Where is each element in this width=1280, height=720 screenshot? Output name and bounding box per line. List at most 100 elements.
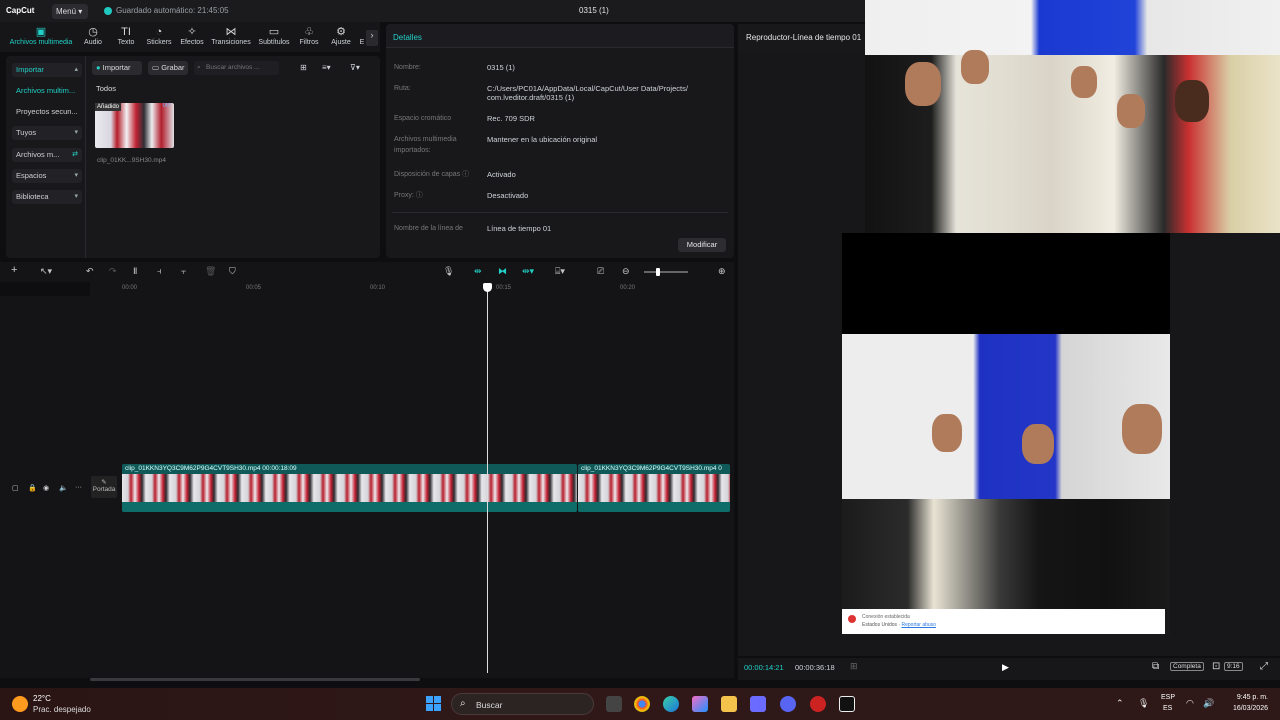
playhead-handle[interactable] xyxy=(483,283,492,292)
chrome-icon[interactable] xyxy=(634,696,650,712)
tool-label: Texto xyxy=(117,39,135,46)
toolbar-scroll-right[interactable]: › xyxy=(366,30,378,46)
sidebar-item-subprojects[interactable]: Proyectos secun... xyxy=(12,105,82,119)
timeline-scrollbar[interactable] xyxy=(90,678,420,681)
file-explorer-icon[interactable] xyxy=(721,696,737,712)
sidebar-item-label: Importar xyxy=(16,65,44,74)
clock-date[interactable]: 16/03/2026 xyxy=(1223,705,1268,712)
tool-label: Archivos multimedia xyxy=(9,39,73,46)
playhead-line[interactable] xyxy=(487,283,488,673)
preview-axis-icon[interactable]: ⌸▾ xyxy=(555,266,565,277)
tool-effects[interactable]: ✧ Efectos xyxy=(176,26,208,46)
discord-icon[interactable] xyxy=(780,696,796,712)
tool-text[interactable]: TI Texto xyxy=(112,26,140,46)
sidebar-item-tuyos[interactable]: Tuyos ▾ xyxy=(12,126,82,140)
copilot-icon[interactable] xyxy=(692,696,708,712)
search-placeholder: Buscar archivos ... xyxy=(206,64,260,71)
select-tool-icon[interactable]: ↖▾ xyxy=(40,266,52,277)
tool-audio[interactable]: ◷ Audio xyxy=(78,26,108,46)
media-search-input[interactable]: ⌕ Buscar archivos ... xyxy=(194,61,279,75)
taskbar-search[interactable]: ⌕ Buscar xyxy=(451,693,594,715)
marker-icon[interactable]: ⛉ xyxy=(229,266,236,277)
split-icon[interactable]: Ⅱ xyxy=(133,266,137,277)
microphone-icon[interactable]: 🎙 xyxy=(1138,698,1149,709)
timeline-area[interactable]: ▢ 🔒 ◉ 🔈 ··· ✎ Portada clip_01KKN3YQ3C9M62… xyxy=(0,296,734,678)
view-grid-icon[interactable]: ⊞ xyxy=(300,63,307,72)
capcut-icon[interactable] xyxy=(839,696,855,712)
microphone-icon[interactable]: 🎙 xyxy=(443,266,454,277)
zoom-slider-handle[interactable] xyxy=(656,268,660,276)
aspect-ratio-button[interactable]: 9:16 xyxy=(1224,662,1243,671)
volume-icon[interactable]: 🔈 xyxy=(59,484,68,492)
fit-icon[interactable]: ⎚ xyxy=(597,266,604,277)
eye-icon[interactable]: ◉ xyxy=(43,484,49,492)
timeline-ruler[interactable]: 00:00 00:05 00:10 00:15 00:20 xyxy=(90,282,734,296)
link-track-icon[interactable]: ⇹ xyxy=(474,266,482,277)
split-right-icon[interactable]: ⫟ xyxy=(181,266,186,277)
volume-icon[interactable]: 🔊 xyxy=(1203,698,1214,709)
start-button[interactable] xyxy=(426,696,441,711)
import-button[interactable]: ● Importar xyxy=(92,61,142,75)
quality-button[interactable]: Completa xyxy=(1170,662,1204,671)
record-button[interactable]: ▭ Grabar xyxy=(148,61,188,75)
detail-value-path: C:/Users/PC01A/AppData/Local/CapCut/User… xyxy=(487,84,688,102)
timeline-clip[interactable]: clip_01KKN3YQ3C9M62P9G4CVT9SH30.mp4 00:0… xyxy=(122,464,577,512)
chevron-up-icon[interactable]: ⌃ xyxy=(1116,698,1124,709)
weather-condition[interactable]: Prac. despejado xyxy=(33,705,91,714)
sidebar-item-media[interactable]: Archivos multim... xyxy=(12,84,82,98)
player-video-frame[interactable]: Conexión establecida Estados Unidos · Re… xyxy=(842,334,1170,634)
report-abuse-link[interactable]: Reportar abuso xyxy=(901,622,935,628)
zoom-in-icon[interactable]: ⊕ xyxy=(718,266,726,277)
sidebar-item-importar[interactable]: Importar ▴ xyxy=(12,63,82,77)
filter-icon[interactable]: ⊽▾ xyxy=(350,63,360,72)
media-thumbnail[interactable]: Añadido 00: xyxy=(95,103,174,148)
language-code[interactable]: ESP xyxy=(1161,694,1175,701)
play-button[interactable]: ▶ xyxy=(1002,662,1009,673)
wifi-icon[interactable]: ◠ xyxy=(1186,698,1194,709)
modify-button[interactable]: Modificar xyxy=(678,238,726,252)
tool-transitions[interactable]: ⋈ Transiciones xyxy=(208,26,254,46)
keyboard-layout[interactable]: ES xyxy=(1163,705,1172,712)
tool-subtitles[interactable]: ▭ Subtítulos xyxy=(255,26,293,46)
menu-button[interactable]: Menú ▾ xyxy=(52,4,88,19)
sidebar-item-files[interactable]: Archivos m... ⇄ xyxy=(12,148,82,162)
add-track-icon[interactable]: + xyxy=(11,264,17,276)
weather-temperature[interactable]: 22°C xyxy=(33,694,51,703)
fullscreen-icon[interactable]: ⤢ xyxy=(1260,661,1268,672)
delete-icon[interactable]: 🗑 xyxy=(205,266,216,277)
timeline-clip[interactable]: clip_01KKN3YQ3C9M62P9G4CVT9SH30.mp4 0 xyxy=(578,464,730,512)
crop-icon[interactable]: ⧉ xyxy=(1152,661,1159,672)
magnet-icon[interactable]: ⧓ xyxy=(498,266,507,277)
details-header: Detalles xyxy=(386,24,734,48)
sidebar-item-espacios[interactable]: Espacios ▾ xyxy=(12,169,82,183)
store-icon[interactable] xyxy=(750,696,766,712)
split-left-icon[interactable]: ⫞ xyxy=(157,266,162,277)
cover-button[interactable]: ✎ Portada xyxy=(91,476,117,498)
tool-filters[interactable]: ♧ Filtros xyxy=(294,26,324,46)
recorder-icon[interactable] xyxy=(810,696,826,712)
person-face xyxy=(1175,80,1209,122)
edge-icon[interactable] xyxy=(663,696,679,712)
more-options-icon[interactable]: ··· xyxy=(75,484,82,491)
tool-media[interactable]: ▣ Archivos multimedia xyxy=(6,26,76,46)
detail-key-layers-text: Disposición de capas xyxy=(394,171,461,178)
undo-icon[interactable]: ↶ xyxy=(86,266,94,277)
weather-icon[interactable] xyxy=(12,696,28,712)
focus-icon[interactable]: ⊡ xyxy=(1212,661,1220,672)
lock-icon[interactable]: 🔒 xyxy=(28,484,37,492)
task-view-icon[interactable] xyxy=(606,696,622,712)
sidebar-item-biblioteca[interactable]: Biblioteca ▾ xyxy=(12,190,82,204)
tool-adjust[interactable]: ⚙ Ajuste xyxy=(326,26,356,46)
tool-stickers[interactable]: ◔ Stickers xyxy=(142,26,176,46)
snap-icon[interactable]: ⇹▾ xyxy=(522,266,534,277)
clip-label: clip_01KKN3YQ3C9M62P9G4CVT9SH30.mp4 0 xyxy=(581,465,722,472)
sort-icon[interactable]: ≡▾ xyxy=(322,63,331,72)
media-sidebar: Importar ▴ Archivos multim... Proyectos s… xyxy=(6,56,86,258)
grid-icon[interactable]: ⊞ xyxy=(850,661,858,672)
zoom-slider[interactable] xyxy=(644,271,688,273)
zoom-out-icon[interactable]: ⊖ xyxy=(622,266,630,277)
ruler-label: 00:20 xyxy=(620,285,636,291)
redo-icon[interactable]: ↷ xyxy=(109,266,117,277)
track-select-icon[interactable]: ▢ xyxy=(12,484,19,492)
clock-time[interactable]: 9:45 p. m. xyxy=(1228,694,1268,701)
